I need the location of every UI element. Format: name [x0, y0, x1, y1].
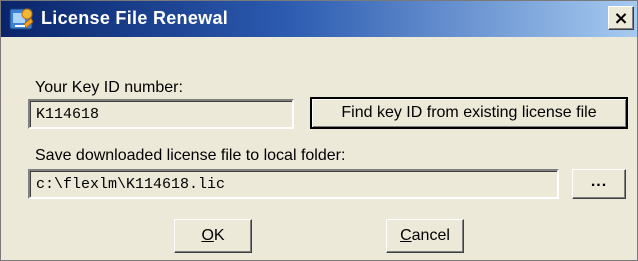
cancel-button[interactable]: Cancel [386, 219, 464, 253]
find-key-id-button[interactable]: Find key ID from existing license file [310, 97, 628, 129]
key-id-field[interactable]: K114618 [28, 99, 294, 129]
save-folder-field[interactable]: c:\flexlm\K114618.lic [28, 169, 559, 199]
key-id-value: K114618 [36, 106, 100, 123]
cancel-label: Cancel [400, 227, 450, 245]
key-id-label: Your Key ID number: [35, 79, 183, 96]
save-folder-value: c:\flexlm\K114618.lic [36, 176, 226, 193]
cancel-label-rest: ancel [411, 227, 450, 244]
close-button[interactable]: × [608, 6, 634, 30]
save-folder-label: Save downloaded license file to local fo… [35, 147, 346, 164]
title-bar[interactable]: License File Renewal × [1, 1, 637, 37]
close-icon: × [613, 7, 629, 29]
browse-icon: ... [590, 173, 608, 190]
ok-label: OK [201, 227, 224, 245]
find-key-id-label: Find key ID from existing license file [341, 104, 597, 121]
ok-button[interactable]: OK [174, 219, 252, 253]
ok-label-rest: K [213, 227, 225, 244]
app-icon [9, 8, 34, 30]
browse-button[interactable]: ... [572, 169, 626, 199]
license-renewal-dialog: License File Renewal × Your Key ID numbe… [0, 0, 638, 261]
cancel-accelerator: C [400, 227, 412, 244]
ok-accelerator: O [201, 227, 214, 244]
window-title: License File Renewal [41, 8, 229, 28]
